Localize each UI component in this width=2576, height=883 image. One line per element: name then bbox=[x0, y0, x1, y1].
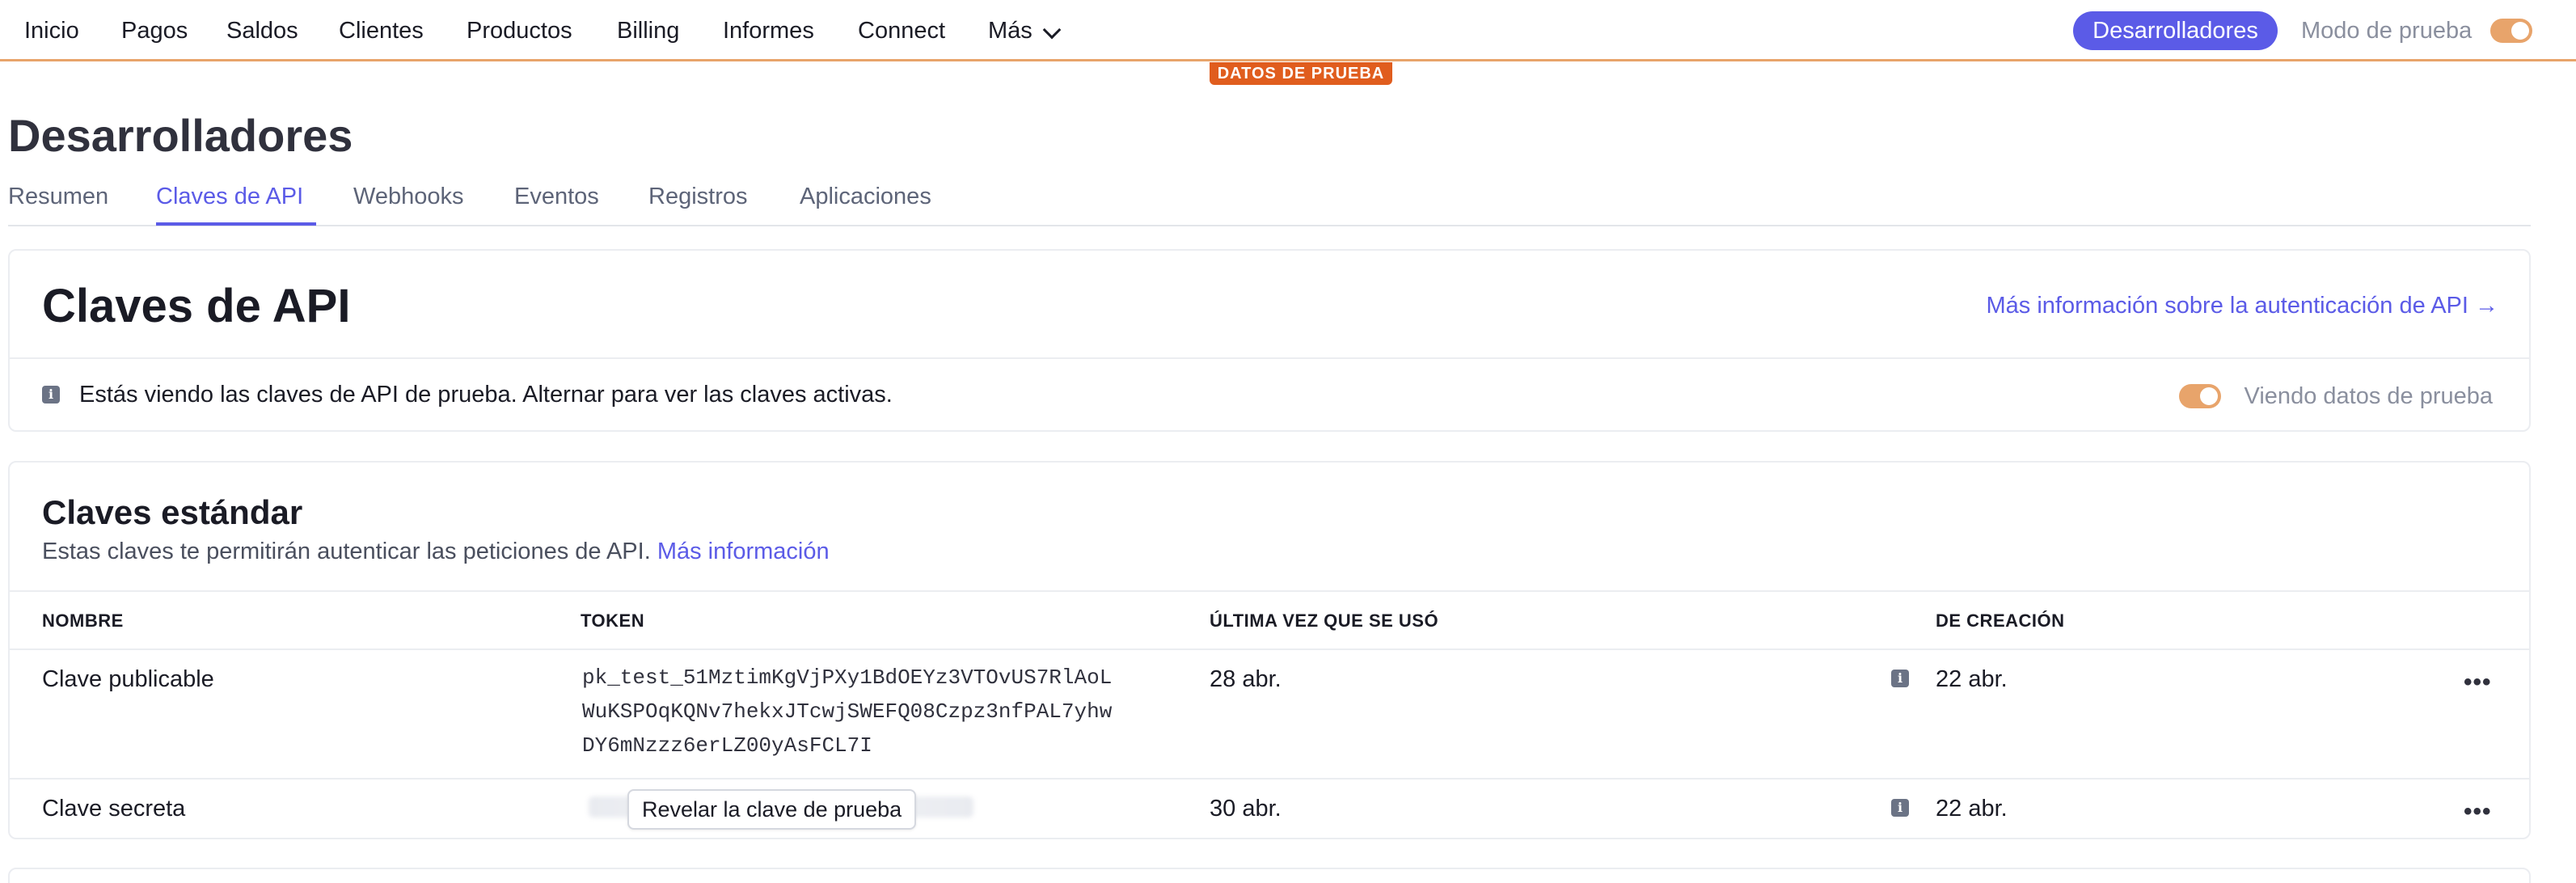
test-mode-label: Modo de prueba bbox=[2301, 18, 2473, 44]
developers-button[interactable]: Desarrolladores bbox=[2073, 11, 2278, 50]
nav-item-mas[interactable]: Más bbox=[988, 16, 1033, 45]
column-header-name: NOMBRE bbox=[42, 610, 124, 631]
top-navigation: Inicio Pagos Saldos Clientes Productos B… bbox=[0, 0, 2576, 61]
standard-keys-card: Claves estándar Estas claves te permitir… bbox=[8, 461, 2531, 839]
tab-registros[interactable]: Registros bbox=[648, 182, 748, 211]
tab-eventos[interactable]: Eventos bbox=[514, 182, 599, 211]
nav-item-clientes[interactable]: Clientes bbox=[339, 16, 424, 45]
active-tab-indicator bbox=[156, 222, 316, 226]
api-keys-card: Claves de API Más información sobre la a… bbox=[8, 249, 2531, 432]
description-text: Estas claves te permitirán autenticar la… bbox=[42, 539, 651, 564]
viewing-test-data-label: Viendo datos de prueba bbox=[2244, 383, 2493, 409]
test-keys-notice: Estás viendo las claves de API de prueba… bbox=[79, 382, 893, 408]
column-header-created: DE CREACIÓN bbox=[1936, 610, 2065, 631]
api-keys-title: Claves de API bbox=[42, 280, 351, 332]
publishable-key-token[interactable]: pk_test_51MztimKgVjPXy1BdOEYz3VTOvUS7RlA… bbox=[582, 661, 1112, 763]
tab-bar: Resumen Claves de API Webhooks Eventos R… bbox=[8, 178, 2531, 226]
nav-item-informes[interactable]: Informes bbox=[723, 16, 814, 45]
nav-item-productos[interactable]: Productos bbox=[467, 16, 572, 45]
divider bbox=[10, 357, 2529, 359]
key-name: Clave publicable bbox=[42, 666, 214, 692]
chevron-down-icon[interactable] bbox=[1042, 20, 1062, 40]
page-title: Desarrolladores bbox=[8, 110, 353, 161]
tab-aplicaciones[interactable]: Aplicaciones bbox=[800, 182, 931, 211]
view-test-data-toggle[interactable] bbox=[2179, 384, 2221, 408]
divider bbox=[10, 778, 2529, 779]
info-icon: i bbox=[42, 386, 60, 403]
tab-resumen[interactable]: Resumen bbox=[8, 182, 108, 211]
nav-item-billing[interactable]: Billing bbox=[617, 16, 679, 45]
info-icon[interactable]: i bbox=[1891, 799, 1909, 817]
key-name: Clave secreta bbox=[42, 796, 186, 822]
reveal-test-key-button[interactable]: Revelar la clave de prueba bbox=[627, 789, 917, 830]
test-mode-toggle[interactable] bbox=[2490, 19, 2532, 43]
more-options-icon[interactable]: ••• bbox=[2464, 670, 2492, 695]
token-line: WuKSPOqKQNv7hekxJTcwjSWEFQ08Czpz3nfPAL7y… bbox=[582, 699, 1113, 724]
info-icon[interactable]: i bbox=[1891, 670, 1909, 687]
standard-keys-description: Estas claves te permitirán autenticar la… bbox=[42, 537, 830, 566]
api-auth-docs-link[interactable]: Más información sobre la autenticación d… bbox=[1987, 291, 2499, 320]
column-header-token: TOKEN bbox=[581, 610, 645, 631]
test-data-badge: DATOS DE PRUEBA bbox=[1210, 62, 1392, 85]
token-line: pk_test_51MztimKgVjPXy1BdOEYz3VTOvUS7RlA… bbox=[582, 665, 1113, 690]
last-used-date: 28 abr. bbox=[1210, 666, 1282, 692]
tab-webhooks[interactable]: Webhooks bbox=[353, 182, 464, 211]
created-date: 22 abr. bbox=[1936, 666, 2008, 692]
created-date: 22 abr. bbox=[1936, 796, 2008, 822]
nav-item-inicio[interactable]: Inicio bbox=[24, 16, 79, 45]
divider bbox=[10, 649, 2529, 650]
standard-keys-title: Claves estándar bbox=[42, 493, 303, 531]
nav-item-saldos[interactable]: Saldos bbox=[226, 16, 298, 45]
token-line: DY6mNzzz6erLZ00yAsFCL7I bbox=[582, 733, 872, 758]
column-header-last-used: ÚLTIMA VEZ QUE SE USÓ bbox=[1210, 610, 1439, 631]
divider bbox=[10, 590, 2529, 592]
nav-item-connect[interactable]: Connect bbox=[858, 16, 945, 45]
more-options-icon[interactable]: ••• bbox=[2464, 800, 2492, 824]
nav-item-pagos[interactable]: Pagos bbox=[121, 16, 188, 45]
more-info-link[interactable]: Más información bbox=[657, 539, 830, 564]
last-used-date: 30 abr. bbox=[1210, 796, 1282, 822]
next-card bbox=[8, 868, 2531, 883]
tab-claves-de-api[interactable]: Claves de API bbox=[156, 182, 303, 211]
